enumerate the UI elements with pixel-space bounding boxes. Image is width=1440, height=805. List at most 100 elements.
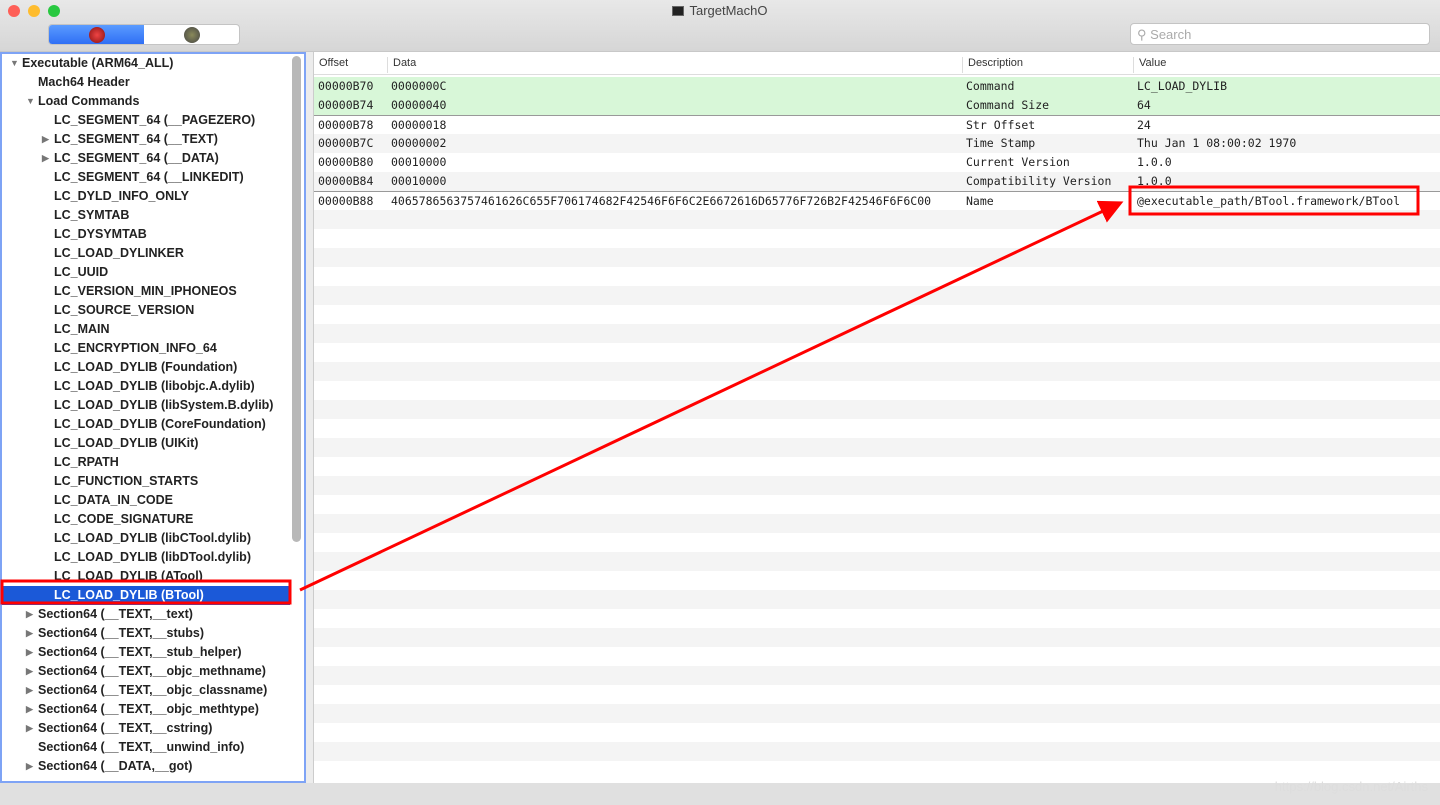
tree-item[interactable]: LC_ENCRYPTION_INFO_64 [2,339,290,358]
segment-raw[interactable] [49,25,144,44]
tree-item[interactable]: ▶ Section64 (__TEXT,__cstring) [2,719,290,738]
table-row[interactable]: 00000B80 00010000 Current Version 1.0.0 [314,153,1440,172]
tree-item[interactable]: LC_LOAD_DYLIB (Foundation) [2,358,290,377]
tree-item[interactable]: LC_DYSYMTAB [2,225,290,244]
tree-item[interactable]: LC_LOAD_DYLIB (BTool) [2,586,290,605]
column-offset[interactable]: Offset [314,57,348,73]
segment-rva[interactable] [144,25,239,44]
tree-item[interactable]: LC_SYMTAB [2,206,290,225]
tree-item-label: Executable (ARM64_ALL) [22,56,174,70]
table-row[interactable]: 00000B88 4065786563757461626C655F70617468… [314,191,1440,210]
tree-item-label: LC_UUID [54,265,109,279]
column-description[interactable]: Description [962,57,1023,73]
tree-item-label: Section64 (__DATA,__got) [38,759,193,773]
empty-row [314,343,1440,362]
tree-item[interactable]: LC_LOAD_DYLINKER [2,244,290,263]
tree-item-label: Section64 (__TEXT,__stub_helper) [38,645,242,659]
table-row[interactable]: 00000B74 00000040 Command Size 64 [314,96,1440,115]
tree-item-label: LC_SOURCE_VERSION [54,303,195,317]
tree-item[interactable]: LC_LOAD_DYLIB (libSystem.B.dylib) [2,396,290,415]
disclosure-expanded-icon[interactable]: ▼ [10,54,19,73]
empty-row [314,571,1440,590]
disclosure-collapsed-icon[interactable]: ▶ [26,643,33,662]
column-value[interactable]: Value [1133,57,1166,73]
disclosure-collapsed-icon[interactable]: ▶ [26,624,33,643]
cell-description: Time Stamp [966,136,1036,150]
disclosure-collapsed-icon[interactable]: ▶ [26,681,33,700]
tree-item[interactable]: Mach64 Header [2,73,290,92]
empty-row [314,457,1440,476]
table-row[interactable]: 00000B84 00010000 Compatibility Version 1.0… [314,172,1440,191]
tree-item[interactable]: ▶ Section64 (__DATA,__got) [2,757,290,776]
tree-item-label: Section64 (__TEXT,__unwind_info) [38,740,245,754]
tree-item[interactable]: ▼ Executable (ARM64_ALL) [2,54,290,73]
tree-item[interactable]: ▶ Section64 (__TEXT,__objc_classname) [2,681,290,700]
tree-item[interactable]: ▶ Section64 (__TEXT,__stub_helper) [2,643,290,662]
empty-row [314,742,1440,761]
tree-item-label: LC_MAIN [54,322,110,336]
green-apple-icon [183,26,200,43]
table-row[interactable]: 00000B78 00000018 Str Offset 24 [314,115,1440,134]
tree-item[interactable]: Section64 (__TEXT,__unwind_info) [2,738,290,757]
tree-item-label: Section64 (__TEXT,__stubs) [38,626,205,640]
empty-row [314,590,1440,609]
tree-item[interactable]: LC_LOAD_DYLIB (ATool) [2,567,290,586]
tree-item-label: LC_SEGMENT_64 (__DATA) [54,151,219,165]
tree-item[interactable]: LC_CODE_SIGNATURE [2,510,290,529]
table-row[interactable]: 00000B7C 00000002 Time Stamp Thu Jan 1 08:0… [314,134,1440,153]
tree-item[interactable]: LC_LOAD_DYLIB (CoreFoundation) [2,415,290,434]
tree-item[interactable]: ▼ Load Commands [2,92,290,111]
disclosure-collapsed-icon[interactable]: ▶ [26,605,33,624]
empty-row [314,628,1440,647]
tree-item[interactable]: LC_FUNCTION_STARTS [2,472,290,491]
tree-item[interactable]: LC_UUID [2,263,290,282]
tree-item[interactable]: ▶ Section64 (__TEXT,__objc_methname) [2,662,290,681]
cell-value: 1.0.0 [1137,174,1172,188]
column-data[interactable]: Data [387,57,416,73]
tree-item[interactable]: LC_DYLD_INFO_ONLY [2,187,290,206]
disclosure-collapsed-icon[interactable]: ▶ [26,719,33,738]
view-segmented-control[interactable] [48,24,240,45]
cell-data: 00010000 [391,174,447,188]
tree-item[interactable]: ▶ Section64 (__TEXT,__objc_methtype) [2,700,290,719]
search-icon: ⚲ [1137,27,1147,42]
tree-item[interactable]: LC_SEGMENT_64 (__LINKEDIT) [2,168,290,187]
cell-data: 00000002 [391,136,447,150]
tree-item-label: Load Commands [38,94,140,108]
tree-item[interactable]: LC_LOAD_DYLIB (libobjc.A.dylib) [2,377,290,396]
empty-row [314,419,1440,438]
tree-scrollbar[interactable] [292,56,301,542]
cell-description: Command Size [966,98,1050,112]
tree-item-label: Section64 (__TEXT,__cstring) [38,721,213,735]
tree-item[interactable]: LC_DATA_IN_CODE [2,491,290,510]
tree-item[interactable]: LC_SEGMENT_64 (__PAGEZERO) [2,111,290,130]
disclosure-collapsed-icon[interactable]: ▶ [26,757,33,776]
tree-item[interactable]: LC_LOAD_DYLIB (UIKit) [2,434,290,453]
tree-item[interactable]: LC_LOAD_DYLIB (libDTool.dylib) [2,548,290,567]
tree-item-label: Section64 (__TEXT,__objc_methname) [38,664,266,678]
cell-offset: 00000B80 [318,155,374,169]
cell-description: Compatibility Version [966,174,1112,188]
disclosure-expanded-icon[interactable]: ▼ [26,92,35,111]
tree-item[interactable]: LC_VERSION_MIN_IPHONEOS [2,282,290,301]
disclosure-collapsed-icon[interactable]: ▶ [42,149,49,168]
tree-item-label: LC_LOAD_DYLIB (BTool) [54,588,204,602]
tree-item-label: LC_LOAD_DYLIB (UIKit) [54,436,199,450]
tree-item[interactable]: ▶ Section64 (__TEXT,__stubs) [2,624,290,643]
disclosure-collapsed-icon[interactable]: ▶ [42,130,49,149]
tree-item[interactable]: ▶ LC_SEGMENT_64 (__TEXT) [2,130,290,149]
tree-item-label: Section64 (__TEXT,__objc_methtype) [38,702,259,716]
tree-item[interactable]: LC_SOURCE_VERSION [2,301,290,320]
search-input[interactable]: ⚲ Search [1130,23,1430,45]
table-row[interactable]: 00000B70 0000000C Command LC_LOAD_DYLIB [314,77,1440,96]
tree-item[interactable]: LC_MAIN [2,320,290,339]
tree-item[interactable]: ▶ LC_SEGMENT_64 (__DATA) [2,149,290,168]
disclosure-collapsed-icon[interactable]: ▶ [26,662,33,681]
tree-item[interactable]: LC_RPATH [2,453,290,472]
tree-item[interactable]: LC_LOAD_DYLIB (libCTool.dylib) [2,529,290,548]
outline-tree[interactable]: ▼ Executable (ARM64_ALL) Mach64 Header ▼ Loa… [0,52,306,783]
empty-row [314,761,1440,780]
disclosure-collapsed-icon[interactable]: ▶ [26,700,33,719]
tree-item[interactable]: ▶ Section64 (__TEXT,__text) [2,605,290,624]
cell-value: 64 [1137,98,1151,112]
